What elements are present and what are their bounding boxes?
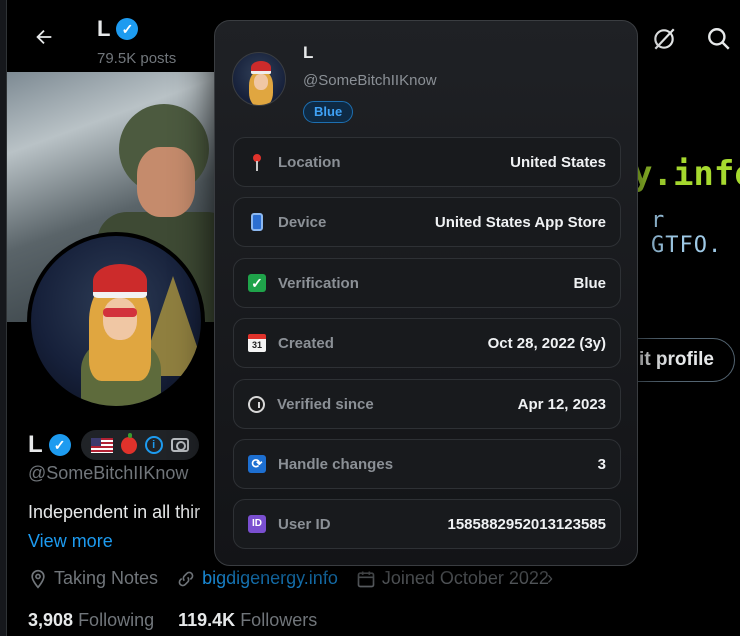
- profile-name-row: L ✓ i: [28, 430, 199, 460]
- info-row-user-id: ID User ID 1585882952013123585: [233, 499, 621, 549]
- us-flag-icon: [90, 437, 113, 453]
- verified-badge-icon[interactable]: ✓: [48, 434, 71, 456]
- row-label: Verified since: [277, 395, 374, 413]
- profile-name: L: [28, 431, 43, 458]
- row-value: Oct 28, 2022 (3y): [487, 334, 606, 352]
- following-count: 3,908: [28, 610, 74, 630]
- info-icon[interactable]: i: [144, 436, 163, 454]
- view-more-link[interactable]: View more: [28, 531, 113, 552]
- row-label: Handle changes: [278, 455, 394, 473]
- cycle-icon: ⟳: [248, 455, 266, 473]
- row-value: 3: [597, 455, 606, 473]
- location-text: Taking Notes: [54, 568, 159, 588]
- calendar-icon: [357, 571, 375, 587]
- follow-counts: 3,908 Following 119.4K Followers: [28, 610, 317, 631]
- pin-icon: [248, 153, 266, 171]
- account-info-popup: L @SomeBitchIIKnow Blue Location United …: [214, 20, 638, 566]
- verified-badge-icon: ✓: [116, 18, 139, 40]
- popup-name: L: [303, 43, 314, 62]
- chevron-right-icon[interactable]: ›: [547, 568, 553, 589]
- following-label: Following: [78, 610, 155, 630]
- joined-text: Joined October 2022: [381, 568, 549, 588]
- row-label: User ID: [278, 515, 331, 533]
- info-row-location: Location United States: [233, 137, 621, 187]
- info-row-verification: ✓ Verification Blue: [233, 258, 621, 308]
- verification-tier-badge: Blue: [303, 101, 354, 123]
- info-row-handle-changes: ⟳ Handle changes 3: [233, 439, 621, 489]
- calendar-icon: 31: [248, 334, 266, 352]
- grok-icon[interactable]: [651, 26, 677, 57]
- checkmark-icon: ✓: [248, 274, 266, 292]
- info-row-verified-since: Verified since Apr 12, 2023: [233, 379, 621, 429]
- info-row-device: Device United States App Store: [233, 197, 621, 247]
- row-value: Blue: [573, 274, 606, 292]
- row-value: United States App Store: [434, 213, 606, 231]
- row-value: Apr 12, 2023: [517, 395, 606, 413]
- row-value: 1585882952013123585: [447, 515, 606, 533]
- post-count: 79.5K posts: [97, 50, 177, 67]
- header-name: L ✓: [97, 16, 139, 42]
- row-label: Verification: [278, 274, 359, 292]
- info-row-created: 31 Created Oct 28, 2022 (3y): [233, 318, 621, 368]
- link-icon: [178, 571, 194, 586]
- avatar[interactable]: [27, 232, 205, 410]
- followers-label: Followers: [240, 610, 318, 630]
- banner-text-line1: y.info: [632, 154, 740, 194]
- row-label: Created: [278, 334, 334, 352]
- badge-pill[interactable]: i: [80, 430, 199, 460]
- left-rail-edge: [0, 0, 7, 636]
- profile-meta-row: Taking Notes bigdigenergy.info Joined Oc…: [28, 568, 561, 589]
- popup-avatar: [232, 52, 286, 106]
- phone-icon: [248, 213, 266, 231]
- profile-handle: @SomeBitchIIKnow: [28, 463, 189, 483]
- camera-icon[interactable]: [170, 438, 189, 452]
- following-link[interactable]: 3,908 Following: [28, 610, 154, 631]
- stopwatch-icon: [248, 395, 265, 413]
- search-icon[interactable]: [706, 26, 732, 57]
- followers-link[interactable]: 119.4K Followers: [178, 610, 317, 631]
- followers-count: 119.4K: [178, 610, 236, 630]
- website-link[interactable]: bigdigenergy.info: [202, 568, 338, 589]
- popup-handle: @SomeBitchIIKnow: [303, 72, 437, 89]
- id-icon: ID: [248, 515, 266, 533]
- row-value: United States: [510, 153, 606, 171]
- location-pin-icon: [31, 569, 45, 589]
- profile-bio: Independent in all thir: [28, 502, 201, 522]
- website-item[interactable]: bigdigenergy.info: [176, 568, 338, 589]
- arrow-left-icon[interactable]: [29, 24, 59, 54]
- joined-item[interactable]: Joined October 2022 ›: [356, 568, 553, 589]
- header-name-text: L: [97, 16, 111, 41]
- apple-icon: [120, 432, 137, 454]
- location-item: Taking Notes: [28, 568, 158, 589]
- banner-text-line2: r GTFO.: [651, 208, 723, 258]
- row-label: Location: [278, 153, 341, 171]
- row-label: Device: [278, 213, 327, 231]
